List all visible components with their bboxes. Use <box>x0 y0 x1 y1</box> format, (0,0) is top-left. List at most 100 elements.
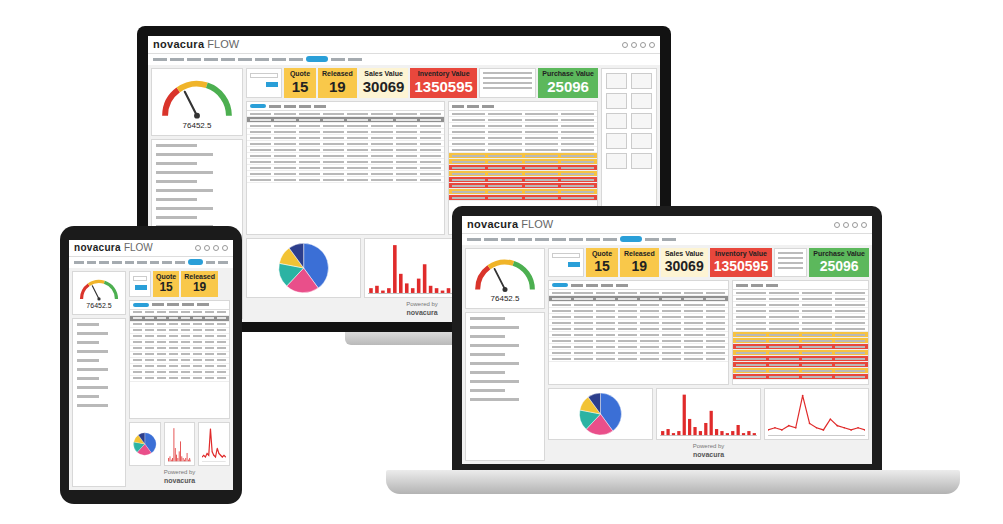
kpi-tile[interactable]: Inventory Value1350595 <box>410 68 476 98</box>
kpi-tile[interactable]: Inventory Value1350595 <box>710 248 773 277</box>
header-button-icon[interactable] <box>843 222 849 228</box>
placeholder-line <box>706 316 725 318</box>
customer-field[interactable] <box>250 73 278 78</box>
tool-button-icon[interactable] <box>631 113 652 129</box>
bar <box>175 455 177 462</box>
tool-button-icon[interactable] <box>606 73 627 89</box>
menu-item[interactable] <box>484 238 498 241</box>
bar <box>429 286 433 293</box>
bar <box>190 460 192 462</box>
kpi-value: 25096 <box>813 258 865 274</box>
table-tab[interactable] <box>250 104 266 108</box>
kpi-tile[interactable]: Purchase Value25096 <box>809 248 869 277</box>
placeholder-line <box>145 377 154 379</box>
menu-item[interactable] <box>187 58 201 61</box>
header-button-icon[interactable] <box>631 42 637 48</box>
customer-field[interactable] <box>133 276 147 281</box>
header-button-icon[interactable] <box>640 42 646 48</box>
header-button-icon[interactable] <box>195 245 201 251</box>
placeholder-line <box>169 347 178 349</box>
menu-item[interactable] <box>569 238 583 241</box>
menu-item[interactable] <box>153 58 167 61</box>
header-button-icon[interactable] <box>834 222 840 228</box>
menu-item[interactable] <box>204 58 218 61</box>
header-button-icon[interactable] <box>649 42 655 48</box>
menu-item[interactable] <box>150 261 160 264</box>
menu-item[interactable] <box>238 58 252 61</box>
menu-item[interactable] <box>518 238 532 241</box>
table-tab[interactable] <box>133 303 149 307</box>
kpi-tile[interactable]: Quote15 <box>586 248 618 277</box>
menu-item[interactable] <box>175 261 185 264</box>
filter-button[interactable] <box>266 82 278 87</box>
tool-button-icon[interactable] <box>606 93 627 109</box>
table-row[interactable] <box>247 177 444 183</box>
menu-item[interactable] <box>170 58 184 61</box>
menu-item[interactable] <box>221 58 235 61</box>
customer-filter[interactable] <box>246 68 282 98</box>
menu-item[interactable] <box>255 58 269 61</box>
filter-button[interactable] <box>135 285 147 290</box>
customer-field[interactable] <box>552 253 580 258</box>
header-button-icon[interactable] <box>861 222 867 228</box>
header-button-icon[interactable] <box>204 245 210 251</box>
placeholder-line <box>561 125 594 127</box>
kpi-tile[interactable]: Sales Value30069 <box>661 248 708 277</box>
app-logo[interactable]: novacuraFLOW <box>153 38 239 51</box>
tool-button-icon[interactable] <box>631 93 652 109</box>
kpi-tile[interactable]: Sales Value30069 <box>359 68 409 98</box>
kpi-tile[interactable]: Released19 <box>318 68 357 98</box>
active-menu-item[interactable] <box>620 236 642 242</box>
header-button-icon[interactable] <box>852 222 858 228</box>
placeholder-line <box>662 316 681 318</box>
menu-item[interactable] <box>586 238 600 241</box>
menu-item[interactable] <box>125 261 135 264</box>
menu-item[interactable] <box>552 238 566 241</box>
tool-button-icon[interactable] <box>606 153 627 169</box>
placeholder-line <box>181 371 190 373</box>
table-row[interactable] <box>449 195 597 201</box>
app-logo[interactable]: novacuraFLOW <box>74 242 153 254</box>
table-tab[interactable] <box>552 283 568 287</box>
menu-item[interactable] <box>162 261 172 264</box>
menu-item[interactable] <box>289 58 303 61</box>
customer-filter[interactable] <box>129 271 151 297</box>
placeholder-line <box>574 310 593 312</box>
kpi-tile[interactable]: Purchase Value25096 <box>538 68 598 98</box>
menu-item[interactable] <box>87 261 97 264</box>
table-row[interactable] <box>549 356 728 362</box>
tool-button-icon[interactable] <box>606 133 627 149</box>
customer-filter[interactable] <box>548 248 584 277</box>
active-menu-item[interactable] <box>306 56 328 62</box>
app-logo[interactable]: novacuraFLOW <box>467 218 553 231</box>
menu-item[interactable] <box>137 261 147 264</box>
kpi-tile[interactable]: Released19 <box>181 271 218 297</box>
header-button-icon[interactable] <box>213 245 219 251</box>
kpi-tile[interactable]: Released19 <box>620 248 659 277</box>
kpi-tile[interactable]: Quote15 <box>284 68 316 98</box>
bar <box>399 274 403 293</box>
menu-item[interactable] <box>501 238 515 241</box>
placeholder-line <box>802 340 832 342</box>
tool-button-icon[interactable] <box>631 73 652 89</box>
kpi-tile[interactable]: Quote15 <box>153 271 179 297</box>
menu-item[interactable] <box>535 238 549 241</box>
table-row[interactable] <box>130 376 229 382</box>
filter-button[interactable] <box>568 262 580 267</box>
tool-button-icon[interactable] <box>606 113 627 129</box>
table-row[interactable] <box>733 374 868 380</box>
menu-item[interactable] <box>99 261 109 264</box>
header-button-icon[interactable] <box>622 42 628 48</box>
tool-button-icon[interactable] <box>631 153 652 169</box>
kpi-label: Sales Value <box>363 70 405 78</box>
placeholder-line <box>574 358 593 360</box>
menu-item[interactable] <box>603 238 617 241</box>
placeholder-line <box>77 359 99 362</box>
menu-item[interactable] <box>74 261 84 264</box>
menu-item[interactable] <box>112 261 122 264</box>
active-menu-item[interactable] <box>188 259 203 265</box>
menu-item[interactable] <box>467 238 481 241</box>
tool-button-icon[interactable] <box>631 133 652 149</box>
menu-item[interactable] <box>272 58 286 61</box>
header-button-icon[interactable] <box>222 245 228 251</box>
